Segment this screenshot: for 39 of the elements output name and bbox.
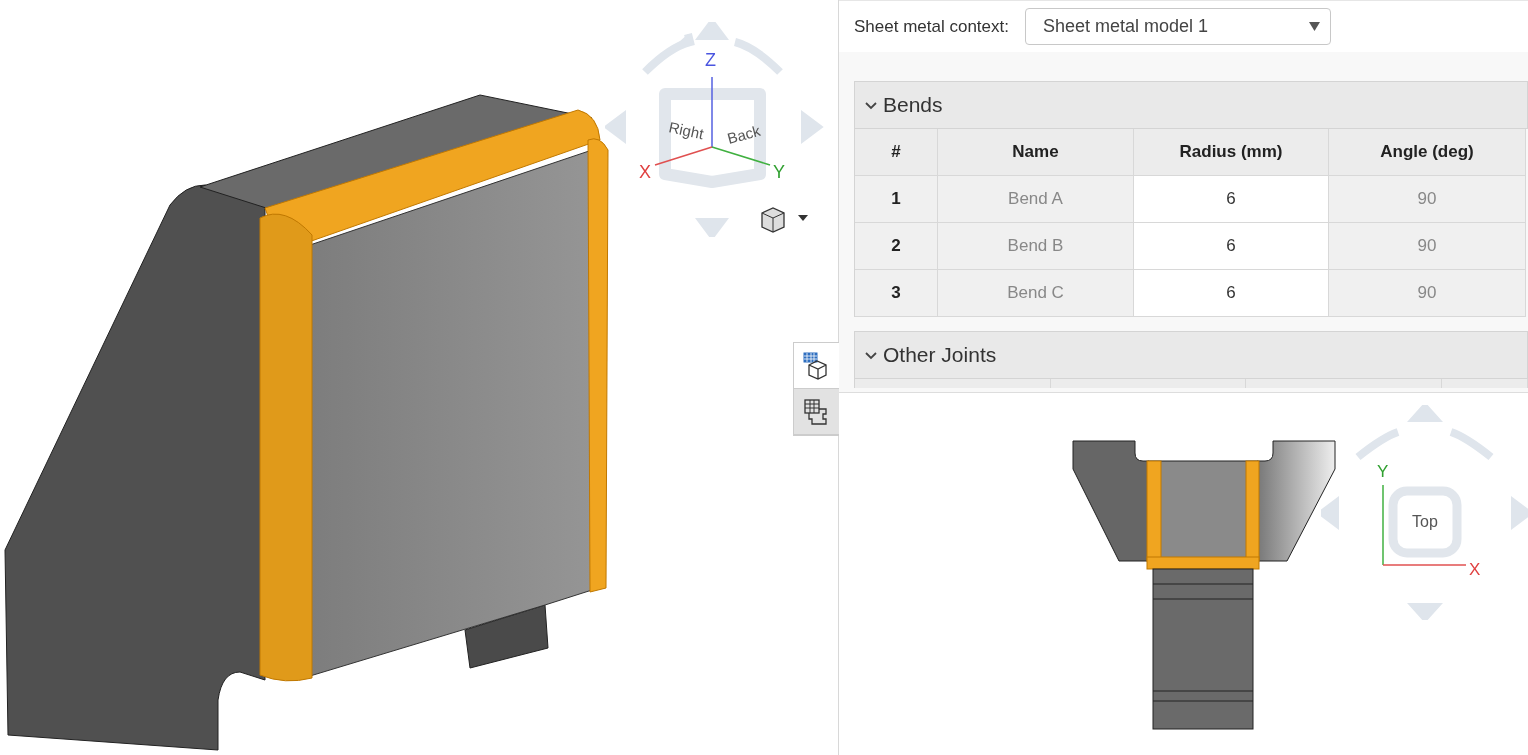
table-cell[interactable]: 6 [1134, 223, 1329, 270]
view-cube[interactable]: Z X Y Right Back [605, 22, 825, 237]
table-cell: Bend A [938, 176, 1134, 223]
axis-label: Z [705, 50, 716, 70]
table-cell: 90 [1329, 270, 1526, 317]
column-header: # [855, 129, 938, 176]
column-header: Angle (deg) [1329, 129, 1526, 176]
face-label: Back [725, 121, 762, 147]
axis-label: Y [1377, 462, 1389, 481]
table-cell[interactable]: 6 [1134, 270, 1329, 317]
column-header: Name [938, 129, 1134, 176]
table-cell: 90 [1329, 223, 1526, 270]
face-label: Top [1412, 513, 1438, 530]
context-label: Sheet metal context: [854, 16, 1009, 37]
section-title: Bends [883, 93, 943, 117]
section-title: Other Joints [883, 343, 997, 367]
table-cell: Bend B [938, 223, 1134, 270]
caret-icon [1309, 22, 1320, 31]
table-cell: 1 [855, 176, 938, 223]
view-toggle-button[interactable] [794, 389, 839, 435]
axis-label: X [1469, 560, 1481, 579]
caret-icon[interactable] [798, 215, 808, 222]
table-cell: 2 [855, 223, 938, 270]
axis-label: Y [773, 162, 785, 182]
table-cell: 90 [1329, 176, 1526, 223]
axis-label: X [639, 162, 651, 182]
section-header[interactable]: Other Joints [854, 331, 1528, 379]
column-header: Radius (mm) [1134, 129, 1329, 176]
view-cube[interactable]: Y X Top [1321, 405, 1528, 620]
face-label: Right [667, 118, 706, 143]
chevron-icon[interactable] [865, 99, 877, 111]
table-cell: 3 [855, 270, 938, 317]
cube-icon[interactable] [760, 206, 786, 234]
view-toggle-button[interactable] [794, 343, 839, 389]
table-cell: Bend C [938, 270, 1134, 317]
context-dropdown[interactable]: Sheet metal model 1 [1025, 8, 1331, 45]
table-cell[interactable]: 6 [1134, 176, 1329, 223]
section-header[interactable]: Bends [854, 81, 1528, 129]
chevron-icon[interactable] [865, 349, 877, 361]
